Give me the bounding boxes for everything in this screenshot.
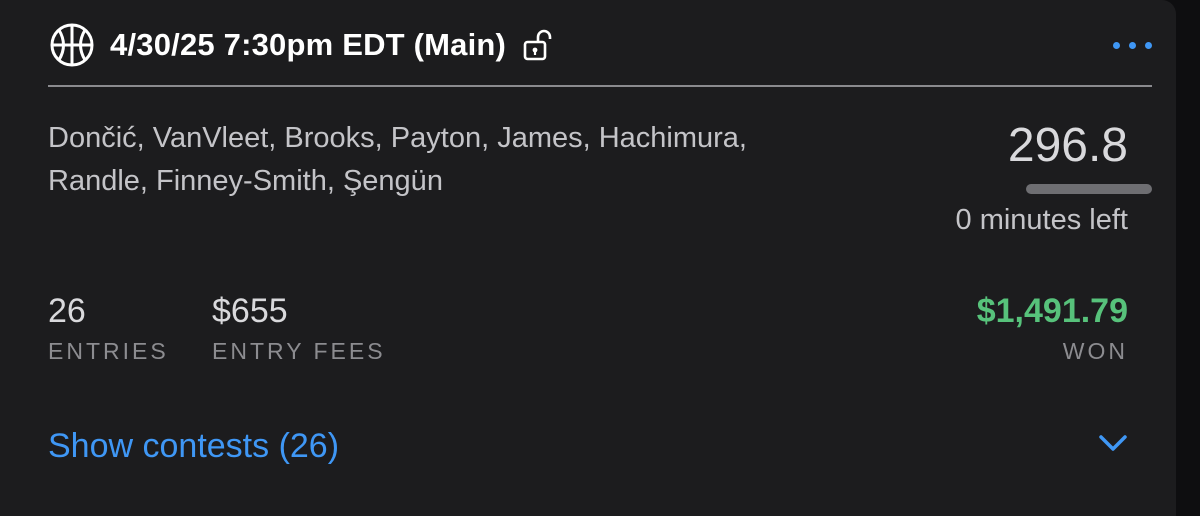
chevron-down-icon[interactable] [1098, 431, 1128, 455]
unlocked-icon [523, 29, 552, 61]
won-value: $1,491.79 [976, 292, 1128, 330]
entry-fees-stat: $655 ENTRY FEES [212, 290, 386, 365]
won-label: WON [1062, 338, 1128, 364]
won-stat: $1,491.79 WON [977, 290, 1128, 365]
entry-fees-label: ENTRY FEES [212, 338, 386, 364]
card-header: 4/30/25 7:30pm EDT (Main) [48, 22, 1152, 68]
entries-label: ENTRIES [48, 338, 169, 364]
more-dots-icon [1113, 41, 1120, 49]
time-remaining-bar [1026, 184, 1152, 194]
basketball-icon [50, 23, 94, 67]
contest-card: 4/30/25 7:30pm EDT (Main) Dončić, VanVle… [0, 0, 1176, 516]
entry-fees-value: $655 [212, 292, 288, 330]
time-left-label: 0 minutes left [955, 204, 1128, 236]
entries-value: 26 [48, 292, 86, 330]
players-line-1: Dončić, VanVleet, Brooks, Payton, James,… [48, 122, 747, 154]
lineup-score: 296.8 [1007, 119, 1128, 172]
slate-title: 4/30/25 7:30pm EDT (Main) [110, 27, 507, 62]
lineup-players: Dončić, VanVleet, Brooks, Payton, James,… [48, 117, 928, 203]
entries-stat: 26 ENTRIES [48, 290, 169, 365]
header-divider [48, 85, 1152, 87]
more-options-button[interactable] [1092, 30, 1152, 60]
show-contests-link[interactable]: Show contests (26) [48, 423, 339, 469]
players-line-2: Randle, Finney-Smith, Şengün [48, 165, 443, 197]
